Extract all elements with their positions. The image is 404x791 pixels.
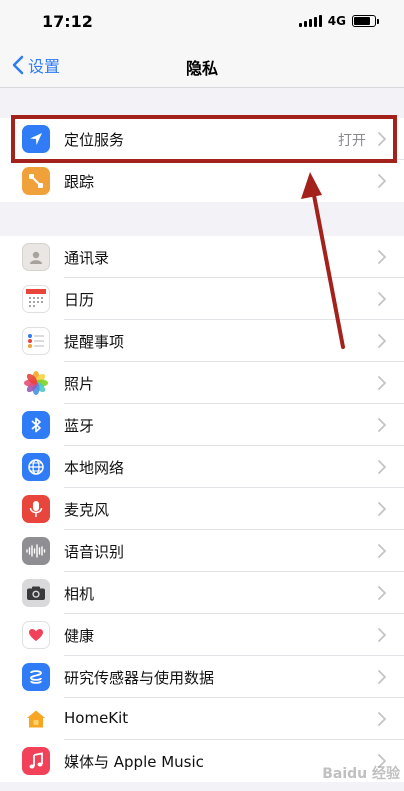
battery-icon bbox=[352, 15, 379, 27]
research-icon bbox=[22, 663, 50, 691]
chevron-right-icon bbox=[378, 174, 386, 188]
row-value: 打开 bbox=[338, 133, 366, 149]
network-type: 4G bbox=[327, 14, 346, 28]
page-title: 隐私 bbox=[185, 59, 218, 78]
chevron-right-icon bbox=[378, 334, 386, 348]
group-permissions: 通讯录 日历 提醒事项 照片 蓝牙 本地网络 麦克风 语音识别 相机 健康 研究… bbox=[0, 236, 404, 782]
chevron-right-icon bbox=[378, 376, 386, 390]
contacts-icon bbox=[22, 243, 50, 271]
chevron-right-icon bbox=[378, 544, 386, 558]
chevron-right-icon bbox=[378, 628, 386, 642]
row-label: 本地网络 bbox=[64, 459, 125, 477]
row-research[interactable]: 研究传感器与使用数据 bbox=[0, 656, 404, 698]
row-photos[interactable]: 照片 bbox=[0, 362, 404, 404]
row-label: 健康 bbox=[64, 627, 95, 645]
row-label: 通讯录 bbox=[64, 249, 110, 267]
calendar-icon bbox=[22, 285, 50, 313]
row-homekit[interactable]: HomeKit bbox=[0, 698, 404, 740]
heart-icon bbox=[22, 621, 50, 649]
chevron-right-icon bbox=[378, 460, 386, 474]
row-label: 跟踪 bbox=[64, 173, 95, 191]
nav-bar: 设置 隐私 bbox=[0, 44, 404, 88]
row-reminders[interactable]: 提醒事项 bbox=[0, 320, 404, 362]
microphone-icon bbox=[22, 495, 50, 523]
photos-icon bbox=[22, 369, 50, 397]
row-label: 照片 bbox=[64, 375, 95, 393]
row-health[interactable]: 健康 bbox=[0, 614, 404, 656]
music-note-icon bbox=[22, 747, 50, 775]
chevron-right-icon bbox=[378, 132, 386, 146]
row-label: 研究传感器与使用数据 bbox=[64, 669, 215, 687]
location-arrow-icon bbox=[22, 125, 50, 153]
row-label: 蓝牙 bbox=[64, 417, 95, 435]
row-calendar[interactable]: 日历 bbox=[0, 278, 404, 320]
signal-icon bbox=[298, 15, 322, 27]
globe-icon bbox=[22, 453, 50, 481]
row-contacts[interactable]: 通讯录 bbox=[0, 236, 404, 278]
bluetooth-icon bbox=[22, 411, 50, 439]
camera-icon bbox=[22, 579, 50, 607]
row-label: 麦克风 bbox=[64, 501, 110, 519]
status-bar: 17:12 4G bbox=[0, 0, 404, 44]
waveform-icon bbox=[22, 537, 50, 565]
row-bluetooth[interactable]: 蓝牙 bbox=[0, 404, 404, 446]
row-tracking[interactable]: 跟踪 bbox=[0, 160, 404, 202]
watermark: Baidu 经验 bbox=[322, 766, 400, 782]
chevron-right-icon bbox=[378, 586, 386, 600]
chevron-right-icon bbox=[378, 502, 386, 516]
row-local-network[interactable]: 本地网络 bbox=[0, 446, 404, 488]
row-camera[interactable]: 相机 bbox=[0, 572, 404, 614]
row-label: 提醒事项 bbox=[64, 333, 125, 351]
chevron-right-icon bbox=[378, 670, 386, 684]
status-icons: 4G bbox=[298, 14, 379, 28]
reminders-icon bbox=[22, 327, 50, 355]
chevron-right-icon bbox=[378, 250, 386, 264]
chevron-right-icon bbox=[378, 418, 386, 432]
home-icon bbox=[22, 705, 50, 733]
row-label: 相机 bbox=[64, 585, 95, 603]
row-microphone[interactable]: 麦克风 bbox=[0, 488, 404, 530]
chevron-right-icon bbox=[378, 292, 386, 306]
row-location-services[interactable]: 定位服务 打开 bbox=[0, 118, 404, 160]
group-location: 定位服务 打开 跟踪 bbox=[0, 118, 404, 202]
row-label: 媒体与 Apple Music bbox=[64, 753, 204, 771]
row-label: 语音识别 bbox=[64, 543, 125, 561]
chevron-right-icon bbox=[378, 712, 386, 726]
tracking-icon bbox=[22, 167, 50, 195]
status-time: 17:12 bbox=[42, 12, 93, 31]
row-label: HomeKit bbox=[64, 709, 129, 727]
row-label: 定位服务 bbox=[64, 131, 125, 149]
row-label: 日历 bbox=[64, 291, 95, 309]
row-speech-recognition[interactable]: 语音识别 bbox=[0, 530, 404, 572]
